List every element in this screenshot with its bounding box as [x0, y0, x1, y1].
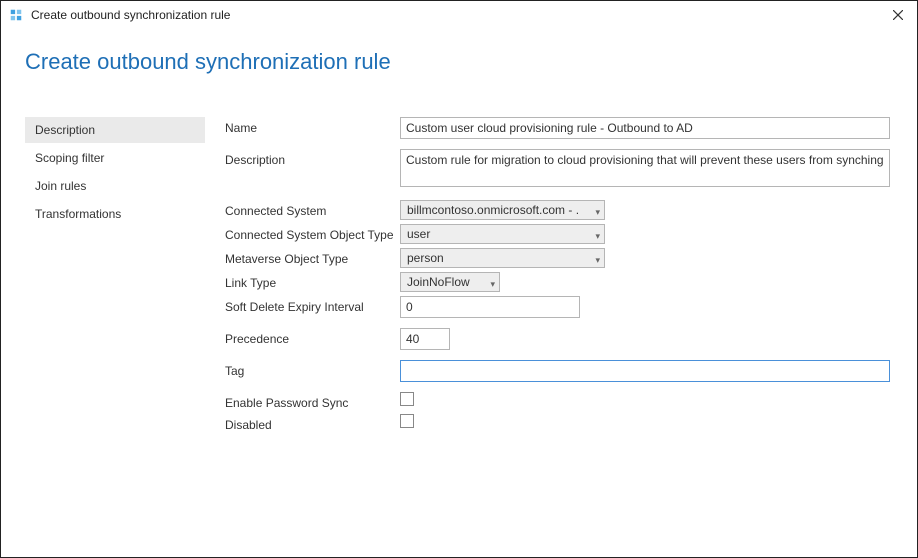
chevron-down-icon: ▾ [490, 279, 495, 290]
select-value: user [407, 227, 430, 241]
mvot-label: Metaverse Object Type [225, 248, 400, 266]
nav-item-description[interactable]: Description [25, 117, 205, 143]
csot-label: Connected System Object Type [225, 224, 400, 242]
enable-password-sync-label: Enable Password Sync [225, 392, 400, 410]
linktype-label: Link Type [225, 272, 400, 290]
connected-system-select[interactable]: billmcontoso.onmicrosoft.com - . ▾ [400, 200, 605, 220]
tag-input[interactable] [400, 360, 890, 382]
select-value: billmcontoso.onmicrosoft.com - . [407, 203, 579, 217]
nav-label: Description [35, 123, 95, 137]
app-icon [9, 8, 23, 22]
precedence-input[interactable] [400, 328, 450, 350]
chevron-down-icon: ▾ [595, 255, 600, 266]
sidebar: Description Scoping filter Join rules Tr… [25, 117, 225, 436]
form: Name Description Custom rule for migrati… [225, 117, 918, 436]
enable-password-sync-checkbox[interactable] [400, 392, 414, 406]
precedence-label: Precedence [225, 328, 400, 346]
name-label: Name [225, 117, 400, 135]
softdelete-label: Soft Delete Expiry Interval [225, 296, 400, 314]
description-label: Description [225, 149, 400, 167]
titlebar: Create outbound synchronization rule [1, 1, 917, 29]
nav-item-transformations[interactable]: Transformations [25, 201, 205, 227]
nav-item-scoping-filter[interactable]: Scoping filter [25, 145, 205, 171]
close-icon [893, 7, 903, 23]
nav-label: Transformations [35, 207, 121, 221]
description-input[interactable]: Custom rule for migration to cloud provi… [400, 149, 890, 187]
disabled-checkbox[interactable] [400, 414, 414, 428]
disabled-label: Disabled [225, 414, 400, 432]
mvot-select[interactable]: person ▾ [400, 248, 605, 268]
nav-item-join-rules[interactable]: Join rules [25, 173, 205, 199]
nav-label: Join rules [35, 179, 86, 193]
close-button[interactable] [887, 5, 909, 25]
chevron-down-icon: ▾ [595, 207, 600, 218]
tag-label: Tag [225, 360, 400, 378]
linktype-select[interactable]: JoinNoFlow ▾ [400, 272, 500, 292]
select-value: person [407, 251, 444, 265]
nav-label: Scoping filter [35, 151, 104, 165]
select-value: JoinNoFlow [407, 275, 470, 289]
connected-system-label: Connected System [225, 200, 400, 218]
csot-select[interactable]: user ▾ [400, 224, 605, 244]
window-title: Create outbound synchronization rule [31, 8, 887, 22]
name-input[interactable] [400, 117, 890, 139]
chevron-down-icon: ▾ [595, 231, 600, 242]
softdelete-input[interactable] [400, 296, 580, 318]
page-title: Create outbound synchronization rule [25, 49, 917, 75]
